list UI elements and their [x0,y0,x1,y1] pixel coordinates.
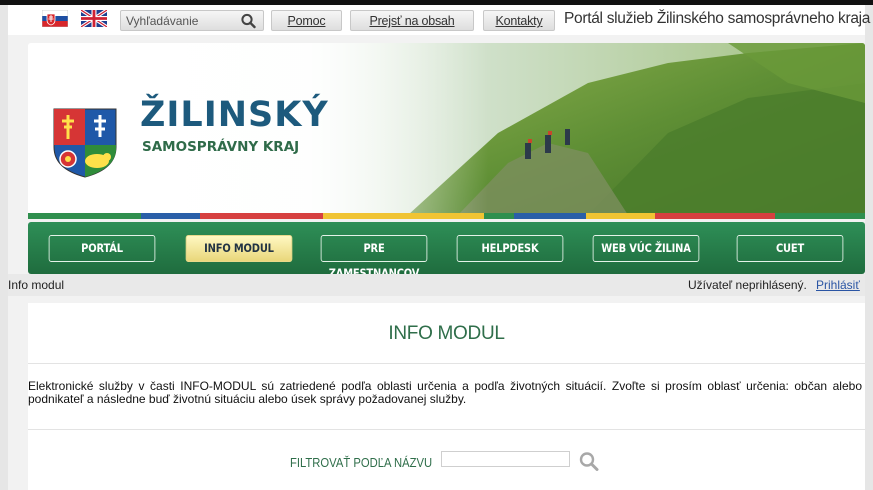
search-input[interactable] [126,13,234,29]
page-title: INFO MODUL [388,323,505,344]
top-bar: Pomoc Prejsť na obsah Kontakty Portál sl… [8,5,871,35]
stripe-segment [655,213,775,219]
breadcrumb-bar: Info modul Užívateľ neprihlásený. Prihlá… [8,274,865,296]
portal-title: Portál služieb Žilinského samosprávneho … [564,10,871,27]
uk-flag-icon[interactable] [81,10,107,27]
filter-label: FILTROVAŤ PODĽA NÁZVU [290,456,433,470]
logo-subtitle: SAMOSPRÁVNY KRAJ [142,139,300,155]
stripe-segment [323,213,484,219]
coat-of-arms-icon [53,108,117,178]
nav-portal[interactable]: PORTÁL [48,235,156,262]
stripe-segment [514,213,586,219]
search-box [120,10,264,31]
divider [28,363,865,364]
stripe-segment [775,213,865,219]
page-wrapper: Pomoc Prejsť na obsah Kontakty Portál sl… [8,5,871,490]
help-link[interactable]: Pomoc [271,10,342,31]
contacts-link[interactable]: Kontakty [483,10,555,31]
login-link[interactable]: Prihlásiť [816,278,860,292]
stripe-segment [28,213,141,219]
logo-title: ŽILINSKÝ [140,95,329,135]
filter-search-icon[interactable] [578,451,600,471]
color-stripe [28,213,865,219]
skip-to-content-link[interactable]: Prejsť na obsah [350,10,474,31]
intro-text: Elektronické služby v časti INFO-MODUL s… [28,379,862,406]
nav-pre-zamestnancov[interactable]: PRE ZAMESTNANCOV [320,235,428,280]
search-icon[interactable] [239,12,259,30]
stripe-segment [200,213,323,219]
stripe-segment [586,213,655,219]
nav-cuet[interactable]: CUET [736,235,844,262]
stripe-segment [484,213,514,219]
nav-helpdesk[interactable]: HELPDESK [456,235,564,262]
main-content: INFO MODUL Elektronické služby v časti I… [28,303,865,490]
filter-name-input[interactable] [441,451,570,467]
user-status: Užívateľ neprihlásený. [688,278,807,292]
slovak-flag-icon[interactable] [42,10,68,27]
breadcrumb: Info modul [8,278,65,292]
nav-info-modul[interactable]: INFO MODUL [185,235,293,262]
main-navigation: PORTÁL INFO MODUL PRE ZAMESTNANCOV HELPD… [28,222,865,280]
header-banner: ŽILINSKÝ SAMOSPRÁVNY KRAJ [28,43,865,215]
nav-web-vuc-zilina[interactable]: WEB VÚC ŽILINA [592,235,700,262]
stripe-segment [141,213,200,219]
divider [28,429,865,430]
